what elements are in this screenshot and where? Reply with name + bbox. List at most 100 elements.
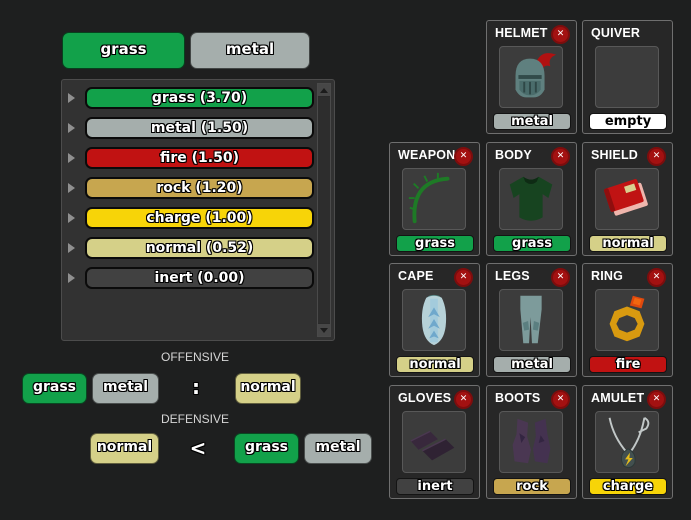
remove-boots-button[interactable]: ✕	[551, 390, 570, 409]
legs-icon	[520, 295, 542, 344]
slot-body: BODY ✕ grass	[486, 142, 577, 256]
slot-element-label: metal	[493, 356, 571, 373]
slot-ring: RING ✕ fire	[582, 263, 673, 377]
element-row-fire: fire (1.50)	[62, 147, 334, 169]
slot-element-label: grass	[396, 235, 474, 252]
slot-title: BODY	[495, 148, 532, 162]
defensive-defender-normal[interactable]: normal	[90, 433, 159, 464]
amulet-item[interactable]	[595, 411, 659, 473]
slot-title: CAPE	[398, 269, 434, 283]
triangle-up-icon	[320, 88, 328, 93]
slot-cape: CAPE ✕ normal	[389, 263, 480, 377]
slot-weapon: WEAPON ✕ grass	[389, 142, 480, 256]
element-bar-metal[interactable]: metal (1.50)	[85, 117, 314, 139]
slot-shield: SHIELD ✕ normal	[582, 142, 673, 256]
top-button-metal[interactable]: metal	[190, 32, 310, 69]
defensive-attacker-grass[interactable]: grass	[234, 433, 299, 464]
boots-item[interactable]	[499, 411, 563, 473]
remove-weapon-button[interactable]: ✕	[454, 147, 473, 166]
slot-helmet: HELMET ✕ metal	[486, 20, 577, 134]
slot-title: AMULET	[591, 391, 645, 405]
slot-title: SHIELD	[591, 148, 639, 162]
remove-helmet-button[interactable]: ✕	[551, 25, 570, 44]
slot-element-label: charge	[589, 478, 667, 495]
body-item[interactable]	[499, 168, 563, 230]
offensive-attacker-metal[interactable]: metal	[92, 373, 159, 404]
slot-element-label: inert	[396, 478, 474, 495]
vine-weapon-icon	[408, 172, 450, 224]
slot-title: BOOTS	[495, 391, 541, 405]
weapon-item[interactable]	[402, 168, 466, 230]
element-row-normal: normal (0.52)	[62, 237, 334, 259]
slot-legs: LEGS ✕ metal	[486, 263, 577, 377]
book-shield-icon	[604, 179, 648, 216]
element-bar-rock[interactable]: rock (1.20)	[85, 177, 314, 199]
element-list-panel: grass (3.70) metal (1.50) fire (1.50) ro…	[61, 79, 335, 341]
element-bar-fire[interactable]: fire (1.50)	[85, 147, 314, 169]
boots-icon	[512, 418, 551, 464]
ring-icon	[609, 295, 645, 342]
top-button-grass[interactable]: grass	[62, 32, 185, 69]
remove-legs-button[interactable]: ✕	[551, 268, 570, 287]
defensive-separator: <	[189, 436, 207, 460]
offensive-separator: :	[192, 375, 200, 399]
slot-gloves: GLOVES ✕ inert	[389, 385, 480, 499]
defensive-heading: DEFENSIVE	[160, 412, 229, 426]
body-armour-icon	[509, 176, 553, 221]
element-row-charge: charge (1.00)	[62, 207, 334, 229]
expand-arrow-icon[interactable]	[68, 243, 75, 253]
slot-title: LEGS	[495, 269, 530, 283]
element-bar-inert[interactable]: inert (0.00)	[85, 267, 314, 289]
slot-element-label: metal	[493, 113, 571, 130]
gloves-icon	[410, 430, 455, 461]
slot-title: RING	[591, 269, 624, 283]
remove-gloves-button[interactable]: ✕	[454, 390, 473, 409]
slot-title: HELMET	[495, 26, 548, 40]
expand-arrow-icon[interactable]	[68, 93, 75, 103]
slot-element-label: grass	[493, 235, 571, 252]
helmet-item[interactable]	[499, 46, 563, 108]
amulet-icon	[608, 416, 650, 469]
slot-quiver: QUIVER empty	[582, 20, 673, 134]
expand-arrow-icon[interactable]	[68, 123, 75, 133]
slot-title: GLOVES	[398, 391, 452, 405]
expand-arrow-icon[interactable]	[68, 183, 75, 193]
offensive-defender-normal[interactable]: normal	[235, 373, 301, 404]
remove-body-button[interactable]: ✕	[551, 147, 570, 166]
expand-arrow-icon[interactable]	[68, 153, 75, 163]
shield-item[interactable]	[595, 168, 659, 230]
element-bar-normal[interactable]: normal (0.52)	[85, 237, 314, 259]
element-row-inert: inert (0.00)	[62, 267, 334, 289]
element-bar-grass[interactable]: grass (3.70)	[85, 87, 314, 109]
slot-title: WEAPON	[398, 148, 456, 162]
offensive-attacker-grass[interactable]: grass	[22, 373, 87, 404]
slot-element-label: rock	[493, 478, 571, 495]
remove-ring-button[interactable]: ✕	[647, 268, 666, 287]
cape-item[interactable]	[402, 289, 466, 351]
scroll-up-button[interactable]	[318, 84, 330, 97]
gloves-item[interactable]	[402, 411, 466, 473]
remove-cape-button[interactable]: ✕	[454, 268, 473, 287]
remove-amulet-button[interactable]: ✕	[647, 390, 666, 409]
remove-shield-button[interactable]: ✕	[647, 147, 666, 166]
slot-element-label: fire	[589, 356, 667, 373]
slot-boots: BOOTS ✕ rock	[486, 385, 577, 499]
slot-amulet: AMULET ✕ charge	[582, 385, 673, 499]
expand-arrow-icon[interactable]	[68, 213, 75, 223]
element-row-rock: rock (1.20)	[62, 177, 334, 199]
element-bar-charge[interactable]: charge (1.00)	[85, 207, 314, 229]
scroll-down-button[interactable]	[318, 323, 330, 336]
element-row-grass: grass (3.70)	[62, 87, 334, 109]
slot-title: QUIVER	[591, 26, 641, 40]
slot-element-label: empty	[589, 113, 667, 130]
legs-item[interactable]	[499, 289, 563, 351]
list-scrollbar[interactable]	[317, 83, 331, 337]
element-row-metal: metal (1.50)	[62, 117, 334, 139]
defensive-attacker-metal[interactable]: metal	[304, 433, 372, 464]
offensive-heading: OFFENSIVE	[160, 350, 229, 364]
cape-icon	[421, 294, 447, 346]
ring-item[interactable]	[595, 289, 659, 351]
expand-arrow-icon[interactable]	[68, 273, 75, 283]
app-window: grass metal grass (3.70) metal (1.50) fi…	[0, 0, 691, 520]
quiver-item-empty[interactable]	[595, 46, 659, 108]
